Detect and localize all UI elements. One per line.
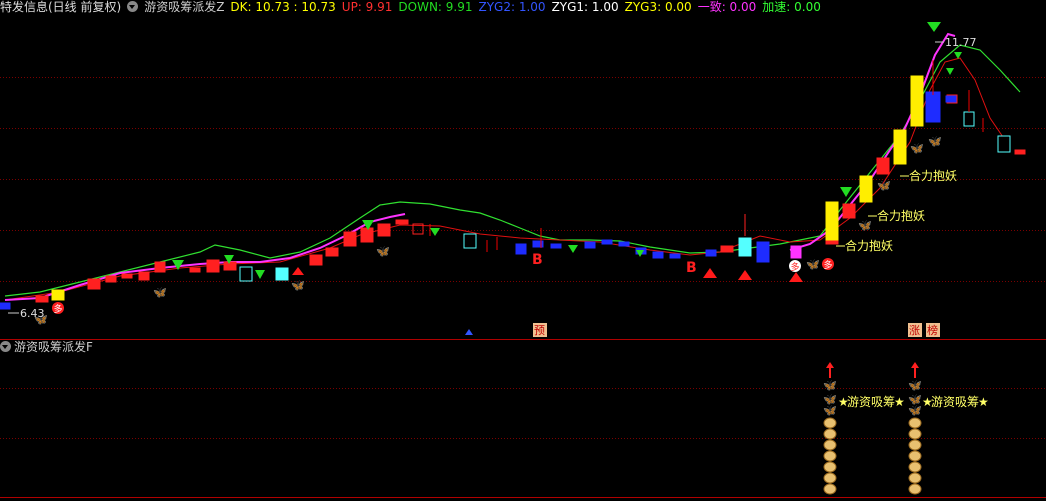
- svg-text:合力抱妖: 合力抱妖: [909, 168, 957, 183]
- svg-text:游资吸筹: 游资吸筹: [931, 395, 979, 409]
- sub-signal-stack-1: 🦋 🦋 🦋 ★ 游资吸筹 ★: [823, 362, 905, 495]
- high-price-label: 11.77: [945, 36, 977, 49]
- svg-text:多: 多: [790, 261, 799, 273]
- sub-indicator-name[interactable]: 游资吸筹派发F: [14, 340, 93, 354]
- bang-marker: 榜: [927, 323, 938, 337]
- sub-chart-header: 游资吸筹派发F: [0, 340, 93, 356]
- svg-text:🦋: 🦋: [153, 286, 167, 299]
- svg-text:🦋: 🦋: [806, 258, 820, 271]
- red-up-markers: [292, 267, 803, 282]
- stock-chart-window: 特发信息(日线 前复权) 游资吸筹派发Z DK: 10.73 : 10.73 UP: …: [0, 0, 1046, 501]
- svg-text:🦋: 🦋: [291, 279, 305, 292]
- low-price-label: 6.43: [20, 307, 45, 320]
- svg-text:🦋: 🦋: [376, 245, 390, 258]
- svg-text:🦋: 🦋: [823, 404, 837, 417]
- svg-text:🦋: 🦋: [910, 142, 924, 155]
- svg-text:🦋: 🦋: [858, 219, 872, 232]
- svg-text:合力抱妖: 合力抱妖: [845, 238, 893, 253]
- butterfly-icons: 🦋 🦋 🦋 🦋 🦋 🦋 🦋 🦋 🦋: [34, 135, 942, 326]
- svg-text:🦋: 🦋: [908, 379, 922, 392]
- main-price-chart[interactable]: 🦋 🦋 🦋 🦋 🦋 🦋 🦋 🦋 🦋 多 多 多 B B 11.77 6.43 合…: [0, 0, 1046, 501]
- svg-text:合力抱妖: 合力抱妖: [877, 208, 925, 223]
- svg-text:多: 多: [823, 259, 832, 271]
- sub-indicator-menu-button[interactable]: [0, 341, 11, 352]
- svg-text:★: ★: [978, 395, 989, 409]
- ma-pink-line: [4, 213, 406, 301]
- ma-green-line: [4, 44, 1021, 297]
- small-up-marker: [465, 329, 473, 335]
- svg-text:🦋: 🦋: [908, 404, 922, 417]
- svg-text:多: 多: [53, 303, 62, 315]
- panel-dividers: [0, 339, 1046, 498]
- svg-text:🦋: 🦋: [877, 179, 891, 192]
- svg-text:🦋: 🦋: [928, 135, 942, 148]
- b-marker-1: B: [532, 252, 543, 268]
- yu-marker: 预: [534, 324, 545, 337]
- svg-text:★: ★: [894, 395, 905, 409]
- svg-text:游资吸筹: 游资吸筹: [847, 395, 895, 409]
- svg-text:🦋: 🦋: [823, 379, 837, 392]
- sub-signal-stack-2: 🦋 🦋 🦋 ★ 游资吸筹 ★: [908, 362, 989, 495]
- grid-lines: [0, 77, 1046, 439]
- zhang-marker: 涨: [909, 324, 920, 337]
- b-marker-2: B: [686, 260, 697, 276]
